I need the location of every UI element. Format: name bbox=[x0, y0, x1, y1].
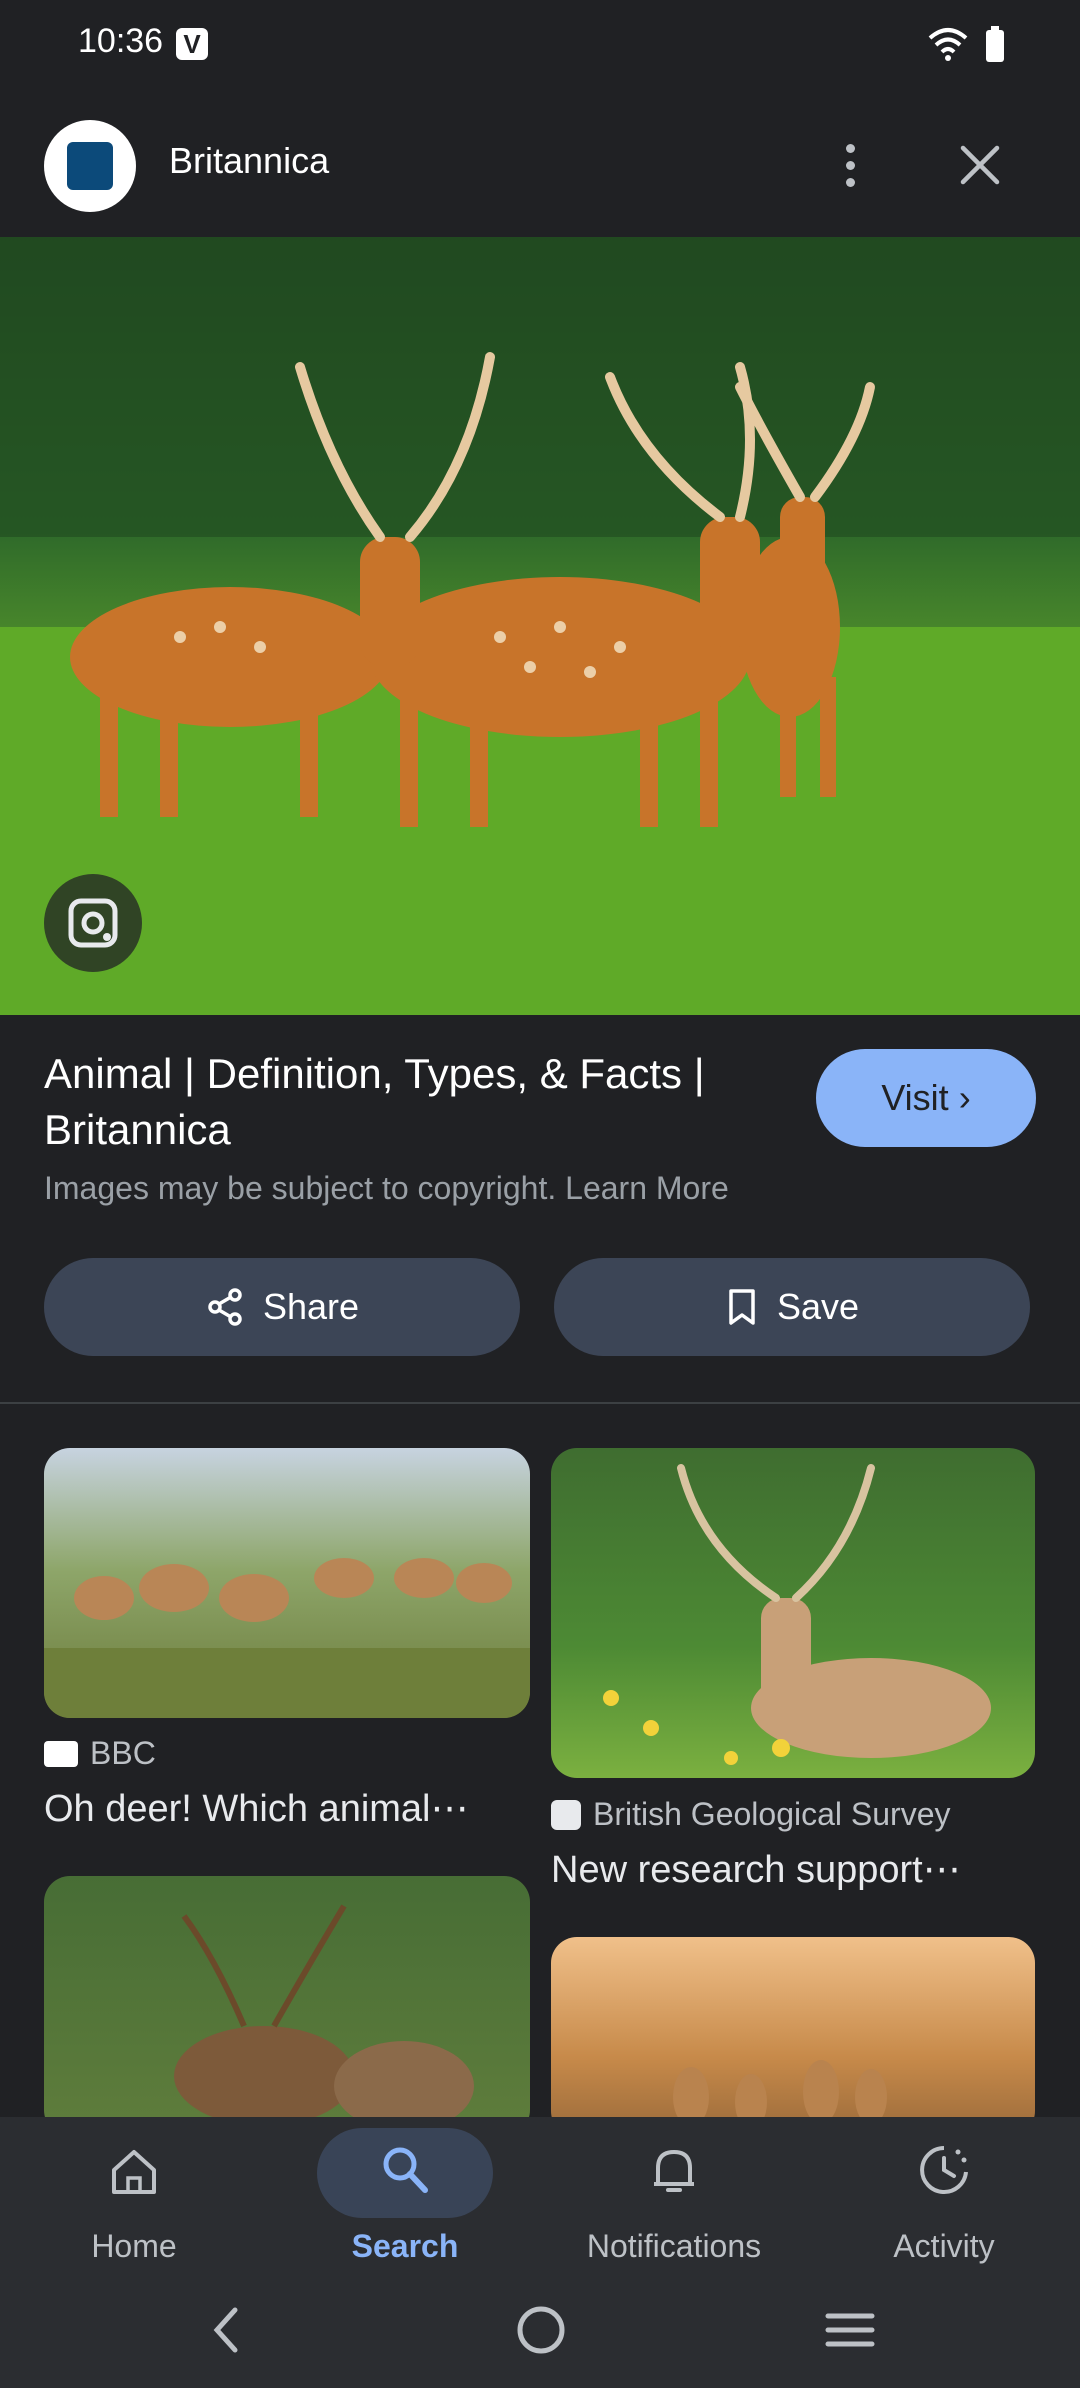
related-image-1[interactable] bbox=[44, 1448, 530, 1718]
visit-button[interactable]: Visit › bbox=[816, 1049, 1036, 1147]
related-title-2[interactable]: New research support⋯ bbox=[551, 1847, 1031, 1892]
divider bbox=[0, 1402, 1080, 1404]
result-title[interactable]: Animal | Definition, Types, & Facts | Br… bbox=[44, 1046, 774, 1158]
stag-thumbnail bbox=[603, 1464, 991, 1765]
battery-icon bbox=[986, 26, 1004, 62]
deer-sunset-thumbnail bbox=[673, 2060, 887, 2130]
home-button-icon[interactable] bbox=[514, 2300, 568, 2360]
wifi-icon bbox=[928, 28, 968, 61]
nav-label-notifications: Notifications bbox=[586, 2228, 762, 2264]
home-icon bbox=[112, 2150, 156, 2194]
search-icon bbox=[383, 2147, 428, 2193]
nav-label-home: Home bbox=[91, 2228, 177, 2264]
main-image[interactable] bbox=[0, 237, 1080, 1015]
related-source-1: BBC bbox=[44, 1735, 156, 1772]
nav-label-search: Search bbox=[351, 2228, 459, 2264]
visit-label: Visit bbox=[881, 1077, 949, 1118]
google-lens-icon bbox=[68, 898, 118, 948]
close-icon[interactable] bbox=[955, 140, 1005, 190]
share-label: Share bbox=[262, 1286, 360, 1327]
copyright-text: Images may be subject to copyright. bbox=[44, 1170, 557, 1206]
bell-icon bbox=[654, 2149, 694, 2192]
save-button[interactable]: Save bbox=[554, 1258, 1030, 1356]
nav-item-home[interactable]: Home bbox=[34, 2140, 234, 2264]
related-source-2: British Geological Survey bbox=[551, 1796, 950, 1833]
related-image-2[interactable] bbox=[551, 1448, 1035, 1778]
share-icon bbox=[208, 1288, 242, 1326]
back-icon[interactable] bbox=[205, 2300, 245, 2360]
bookmark-icon bbox=[729, 1289, 755, 1325]
notification-badge-icon: V bbox=[176, 28, 208, 60]
learn-more-link[interactable]: Learn More bbox=[565, 1170, 729, 1206]
bgs-logo-icon bbox=[551, 1799, 581, 1830]
nav-item-activity[interactable]: Activity bbox=[844, 2140, 1044, 2264]
related-image-4[interactable] bbox=[551, 1937, 1035, 2137]
deer-illustration bbox=[0, 237, 1080, 1015]
britannica-logo bbox=[44, 120, 136, 212]
related-image-3[interactable] bbox=[44, 1876, 530, 2136]
copyright-notice: Images may be subject to copyright. Lear… bbox=[44, 1170, 729, 1207]
save-label: Save bbox=[776, 1286, 860, 1327]
site-name: Britannica bbox=[169, 140, 330, 181]
share-button[interactable]: Share bbox=[44, 1258, 520, 1356]
nav-label-activity: Activity bbox=[893, 2228, 995, 2264]
viewer-header bbox=[0, 92, 1080, 237]
recents-icon[interactable] bbox=[824, 2300, 876, 2360]
deer-pair-thumbnail bbox=[174, 1904, 474, 2131]
activity-icon bbox=[920, 2146, 968, 2194]
bbc-logo-icon bbox=[44, 1740, 78, 1767]
nav-item-notifications[interactable]: Notifications bbox=[574, 2140, 774, 2264]
chevron-right-icon: › bbox=[958, 1077, 971, 1118]
deer-herd-thumbnail bbox=[44, 1558, 530, 1718]
nav-item-search[interactable]: Search bbox=[305, 2140, 505, 2264]
status-time: 10:36 bbox=[78, 22, 164, 60]
more-options-button[interactable] bbox=[830, 140, 870, 192]
related-title-1[interactable]: Oh deer! Which animal⋯ bbox=[44, 1786, 524, 1831]
source-name: BBC bbox=[90, 1735, 156, 1771]
lens-search-button[interactable] bbox=[44, 874, 142, 972]
source-name: British Geological Survey bbox=[593, 1796, 951, 1832]
